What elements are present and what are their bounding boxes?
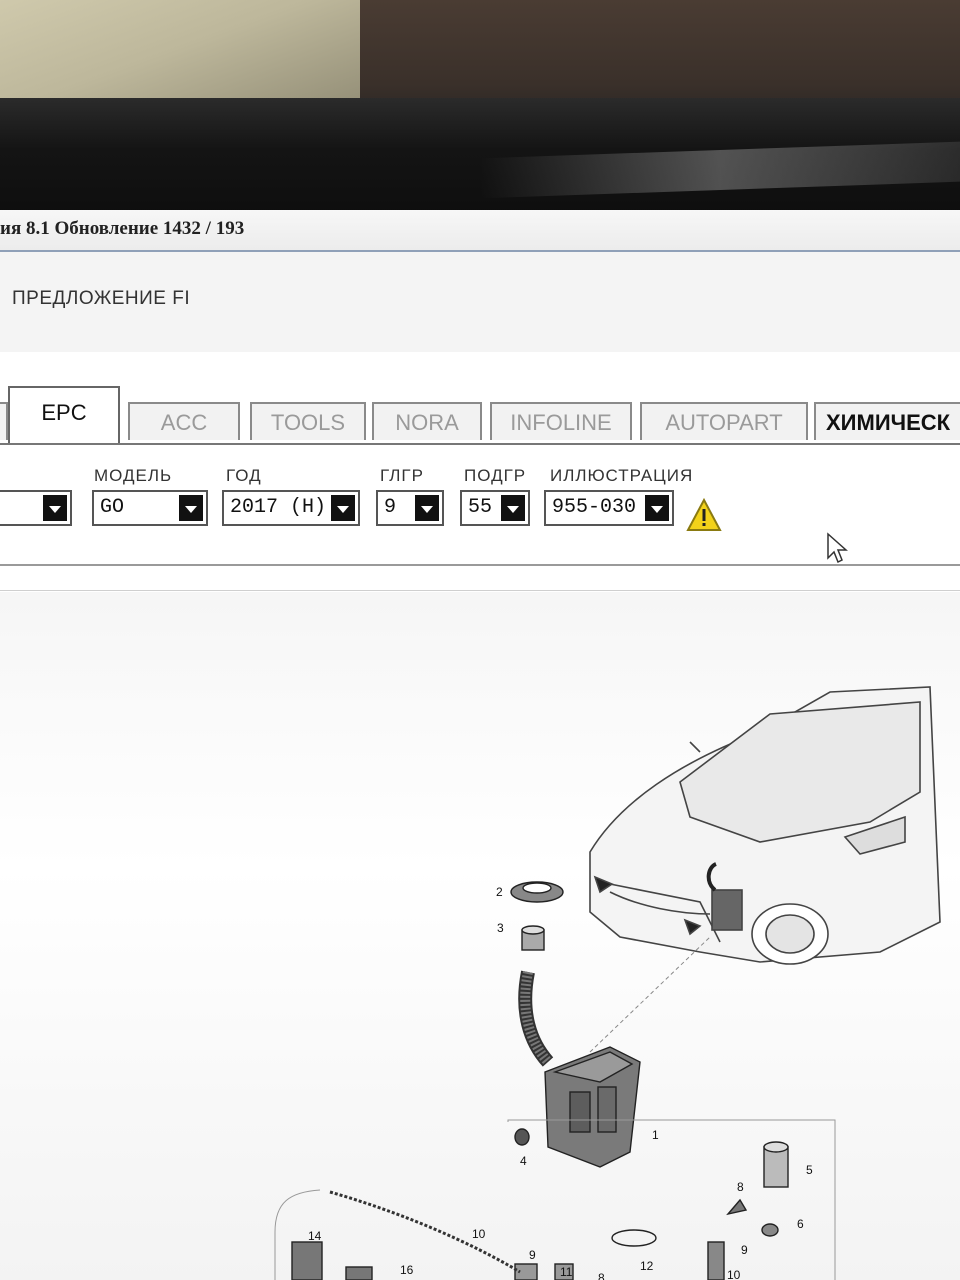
illustration-select[interactable]: 955-030 [544,490,674,526]
callout-label: 8 [737,1180,744,1194]
filter-bar: МОДЕЛЬ GO ГОД 2017 (H) ГЛГР 9 ПОДГР 55 И… [0,446,960,556]
parts-illustration[interactable]: 2 3 1 4 5 6 8 9 9 10 10 11 12 14 16 8 [0,592,960,1280]
tab-hidden-left[interactable] [0,402,8,440]
callout-label: 6 [797,1217,804,1231]
mouse-pointer-icon [827,532,848,564]
tab-acc[interactable]: ACC [128,402,240,440]
tab-epc[interactable]: EPC [8,386,120,444]
illustration-label: ИЛЛЮСТРАЦИЯ [550,466,694,485]
separator [0,564,960,566]
sub-group-select[interactable]: 55 [460,490,530,526]
toolbar: ПРЕДЛОЖЕНИЕ FI [0,252,960,352]
callout-label: 10 [727,1268,741,1280]
tab-tools[interactable]: TOOLS [250,402,366,440]
callout-label: 8 [598,1271,605,1280]
tab-nora[interactable]: NORA [372,402,482,440]
app-window: ия 8.1 Обновление 1432 / 193 ПРЕДЛОЖЕНИЕ… [0,210,960,1280]
callout-label: 14 [308,1229,322,1243]
chevron-down-icon [43,495,67,521]
leader-line [589,936,711,1053]
model-select[interactable]: GO [92,490,208,526]
illustration-value: 955-030 [552,496,637,519]
chevron-down-icon [331,495,355,521]
offer-menu-item[interactable]: ПРЕДЛОЖЕНИЕ FI [12,288,190,310]
brand-select[interactable] [0,490,72,526]
chevron-down-icon [501,495,525,521]
main-group-select[interactable]: 9 [376,490,444,526]
callout-label: 9 [741,1243,748,1257]
car-drawing [589,686,941,965]
pump-drawing [761,1141,789,1237]
main-group-value: 9 [384,496,397,519]
callout-label: 4 [520,1154,527,1168]
sub-group-label: ПОДГР [464,466,527,485]
tab-infoline[interactable]: INFOLINE [490,402,632,440]
callout-label: 16 [400,1263,414,1277]
model-value: GO [100,496,125,519]
tab-autopart[interactable]: AUTOPART [640,402,808,440]
exploded-view-drawing: 2 3 1 4 5 6 8 9 9 10 10 11 12 14 16 8 [274,686,941,1280]
tab-chemicals[interactable]: ХИМИЧЕСК [814,402,960,440]
title-bar: ия 8.1 Обновление 1432 / 193 [0,210,960,252]
warning-triangle-icon[interactable] [686,498,722,532]
callout-label: 11 [560,1265,573,1279]
year-select[interactable]: 2017 (H) [222,490,360,526]
callout-label: 1 [652,1128,659,1142]
callout-label: 3 [497,921,504,935]
callout-label: 5 [806,1163,813,1177]
tab-underline [0,443,960,445]
callout-label: 9 [529,1248,536,1262]
year-label: ГОД [226,466,262,485]
callout-label: 10 [472,1227,486,1241]
callout-label: 12 [640,1259,654,1273]
separator [0,590,960,591]
background-couch [0,0,390,110]
window-title: ия 8.1 Обновление 1432 / 193 [0,218,245,239]
chevron-down-icon [179,495,203,521]
callout-label: 2 [496,885,503,899]
model-label: МОДЕЛЬ [94,466,173,485]
sub-group-value: 55 [468,496,493,519]
year-value: 2017 (H) [230,496,327,519]
chevron-down-icon [415,495,439,521]
tab-bar: EPC ACC TOOLS NORA INFOLINE AUTOPART ХИМ… [0,382,960,444]
main-group-label: ГЛГР [380,466,424,485]
chevron-down-icon [645,495,669,521]
